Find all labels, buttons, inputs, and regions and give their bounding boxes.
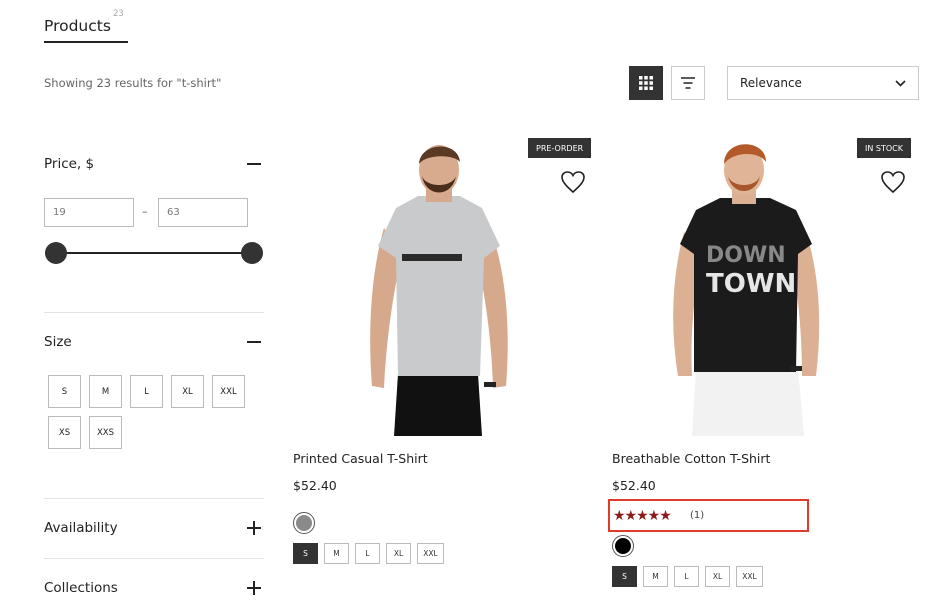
price-range-dash: – — [142, 205, 148, 218]
collections-filter-header[interactable]: Collections — [44, 578, 264, 598]
size-option-s[interactable]: S — [48, 375, 81, 408]
size-option-xxs[interactable]: XXS — [89, 416, 122, 449]
page-title-label: Products — [44, 17, 111, 35]
product-price: $52.40 — [612, 478, 656, 493]
collapse-icon — [244, 154, 264, 174]
product-price: $52.40 — [293, 478, 337, 493]
shirt-print-line-1: DOWN — [706, 243, 786, 268]
shirt-print-line-2: TOWN — [706, 269, 796, 299]
product-image[interactable] — [300, 136, 580, 436]
product-name[interactable]: Breathable Cotton T-Shirt — [612, 451, 770, 466]
product-size-xl[interactable]: XL — [386, 543, 411, 564]
price-range-max-handle[interactable] — [241, 242, 263, 264]
product-size-l[interactable]: L — [355, 543, 380, 564]
product-size-xxl[interactable]: XXL — [736, 566, 763, 587]
result-count-badge: 23 — [112, 8, 124, 19]
price-filter-label: Price, $ — [44, 156, 95, 172]
chevron-down-icon — [895, 79, 906, 87]
results-summary: Showing 23 results for "t-shirt" — [44, 76, 222, 90]
review-count[interactable]: (1) — [690, 510, 704, 521]
price-max-input[interactable]: 63 — [158, 198, 248, 227]
product-size-s[interactable]: S — [612, 566, 637, 587]
size-option-xs[interactable]: XS — [48, 416, 81, 449]
size-option-xl[interactable]: XL — [171, 375, 204, 408]
title-underline — [44, 41, 128, 43]
product-size-l[interactable]: L — [674, 566, 699, 587]
product-name[interactable]: Printed Casual T-Shirt — [293, 451, 428, 466]
price-min-input[interactable]: 19 — [44, 198, 134, 227]
swatch-dot — [615, 538, 631, 554]
price-range-track — [56, 252, 252, 254]
size-option-m[interactable]: M — [89, 375, 122, 408]
product-badge: PRE-ORDER — [528, 138, 592, 158]
grid-view-icon — [639, 76, 653, 90]
size-option-xxl[interactable]: XXL — [212, 375, 245, 408]
product-photo-grey-tshirt — [370, 145, 508, 436]
product-image[interactable]: DOWN TOWN — [620, 136, 900, 436]
product-photo-black-tshirt: DOWN TOWN — [673, 144, 820, 436]
price-filter-header[interactable]: Price, $ — [44, 154, 264, 174]
availability-filter-label: Availability — [44, 520, 118, 536]
product-badge: IN STOCK — [857, 138, 911, 158]
sort-dropdown[interactable]: Relevance — [727, 66, 919, 100]
add-to-wishlist-button[interactable] — [560, 170, 586, 194]
heart-icon — [881, 171, 905, 194]
filter-divider — [44, 498, 264, 499]
product-size-s[interactable]: S — [293, 543, 318, 564]
size-option-l[interactable]: L — [130, 375, 163, 408]
star-rating[interactable]: ★★★★★ — [613, 508, 672, 524]
size-filter-header[interactable]: Size — [44, 332, 264, 352]
add-to-wishlist-button[interactable] — [880, 170, 906, 194]
list-view-icon — [681, 77, 695, 89]
color-swatch[interactable] — [293, 512, 315, 534]
page-title[interactable]: Products23 — [44, 9, 124, 35]
availability-filter-header[interactable]: Availability — [44, 518, 264, 538]
shirt-fill — [378, 196, 500, 376]
grid-view-button[interactable] — [629, 66, 663, 100]
filter-divider — [44, 312, 264, 313]
collections-filter-label: Collections — [44, 580, 118, 596]
expand-icon — [244, 578, 264, 598]
swatch-dot — [296, 515, 312, 531]
sort-selected-value: Relevance — [740, 76, 802, 90]
product-size-m[interactable]: M — [324, 543, 349, 564]
product-size-xl[interactable]: XL — [705, 566, 730, 587]
size-filter-label: Size — [44, 334, 72, 350]
list-view-button[interactable] — [671, 66, 705, 100]
filter-divider — [44, 558, 264, 559]
expand-icon — [244, 518, 264, 538]
price-range-min-handle[interactable] — [45, 242, 67, 264]
collapse-icon — [244, 332, 264, 352]
heart-icon — [561, 171, 585, 194]
product-size-m[interactable]: M — [643, 566, 668, 587]
product-size-xxl[interactable]: XXL — [417, 543, 444, 564]
color-swatch[interactable] — [612, 535, 634, 557]
